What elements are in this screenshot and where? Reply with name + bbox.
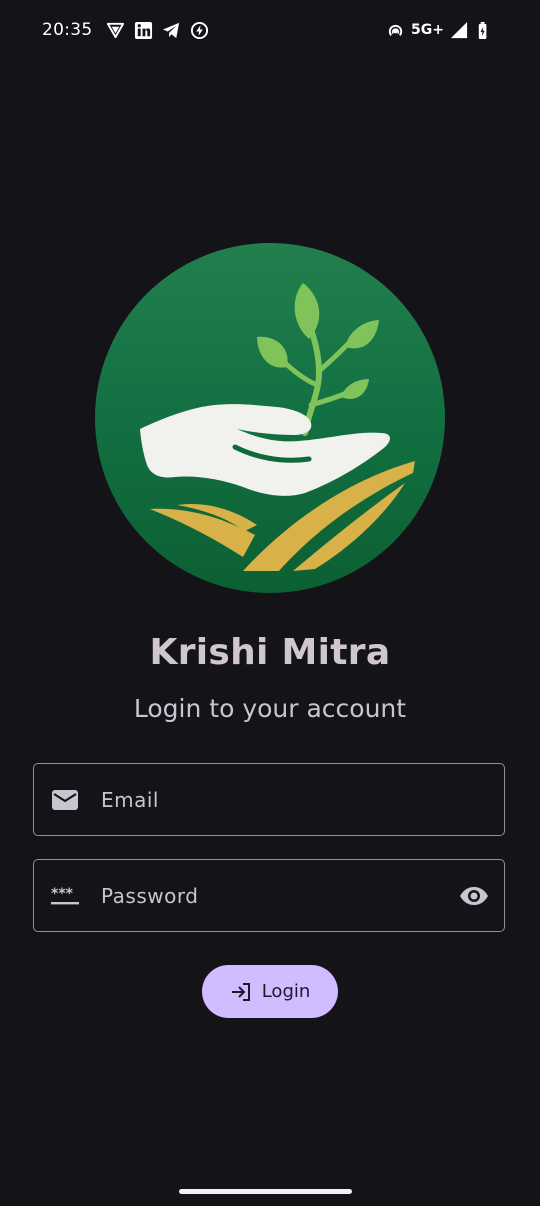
- login-arrow-icon: [230, 982, 252, 1002]
- eye-icon[interactable]: [458, 880, 490, 912]
- login-button-label: Login: [261, 981, 311, 1002]
- battery-charging-icon: [478, 21, 487, 40]
- home-indicator[interactable]: [179, 1189, 352, 1194]
- status-system-icons: 5G+: [386, 21, 494, 40]
- email-input[interactable]: [101, 764, 444, 835]
- network-type-label: 5G+: [411, 22, 444, 38]
- password-field[interactable]: ***: [33, 859, 505, 932]
- app-title: Krishi Mitra: [149, 632, 391, 673]
- battery-saver-icon: [190, 21, 209, 40]
- telegram-icon: [162, 22, 180, 39]
- status-time: 20:35: [42, 20, 93, 40]
- password-input[interactable]: [101, 860, 444, 931]
- app-logo: [95, 243, 445, 593]
- hotspot-icon: [388, 24, 403, 36]
- mail-icon: [50, 785, 80, 815]
- email-field[interactable]: [33, 763, 505, 836]
- signal-icon: [450, 21, 468, 39]
- login-subtitle: Login to your account: [133, 694, 407, 723]
- svg-text:***: ***: [51, 886, 74, 902]
- status-bar: 20:35 5G+: [0, 0, 540, 62]
- vpn-shield-icon: [106, 22, 125, 39]
- linkedin-icon: [134, 21, 153, 40]
- password-icon: ***: [50, 881, 80, 911]
- status-notification-icons: [106, 21, 209, 40]
- login-button[interactable]: Login: [202, 965, 338, 1018]
